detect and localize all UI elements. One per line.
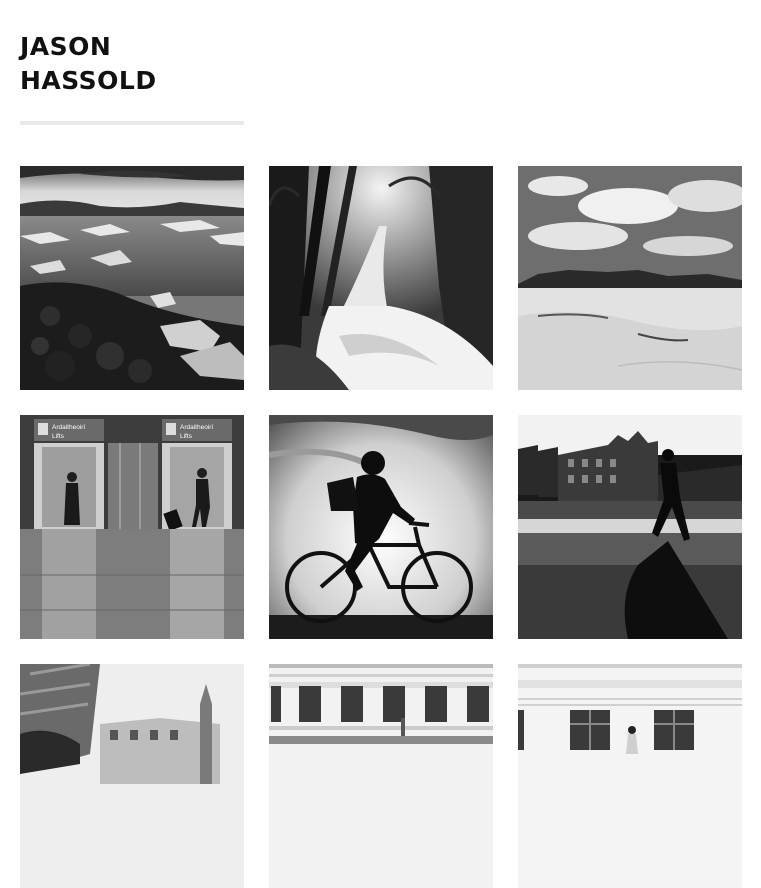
site-header: JASON HASSOLD	[20, 30, 244, 98]
lift-sign-irish-right: Ardaitheoirí	[180, 424, 213, 431]
site-title-line-1[interactable]: JASON	[20, 30, 244, 64]
lift-sign-english-left: Lifts	[52, 433, 65, 440]
photo-tile-dunes-mountains[interactable]	[518, 166, 742, 390]
street-view-image	[20, 664, 244, 888]
cyclist-silhouette-image	[269, 415, 493, 639]
photo-tile-street-view[interactable]	[20, 664, 244, 888]
pedestrian-silhouette-image	[518, 415, 742, 639]
lift-sign-irish-left: Ardaitheoirí	[52, 424, 85, 431]
facade-pedestrian-image	[518, 664, 742, 888]
glacier-lagoon-image	[20, 166, 244, 390]
photo-tile-forest-waterfall[interactable]	[269, 166, 493, 390]
photo-tile-cyclist-silhouette[interactable]	[269, 415, 493, 639]
lift-sign-english-right: Lifts	[180, 433, 193, 440]
site-title-line-2[interactable]: HASSOLD	[20, 64, 244, 98]
header-divider	[20, 121, 244, 125]
forest-waterfall-image	[269, 166, 493, 390]
photo-tile-glacier-lagoon[interactable]	[20, 166, 244, 390]
dunes-mountains-image	[518, 166, 742, 390]
photo-tile-airport-lifts[interactable]: Ardaitheoirí Lifts Ardaitheoirí Lifts	[20, 415, 244, 639]
site-title[interactable]: JASON HASSOLD	[20, 30, 244, 98]
airport-lifts-image: Ardaitheoirí Lifts Ardaitheoirí Lifts	[20, 415, 244, 639]
white-facade-image	[269, 664, 493, 888]
photo-tile-facade-pedestrian[interactable]	[518, 664, 742, 888]
photo-tile-white-facade[interactable]	[269, 664, 493, 888]
photo-tile-pedestrian-silhouette[interactable]	[518, 415, 742, 639]
